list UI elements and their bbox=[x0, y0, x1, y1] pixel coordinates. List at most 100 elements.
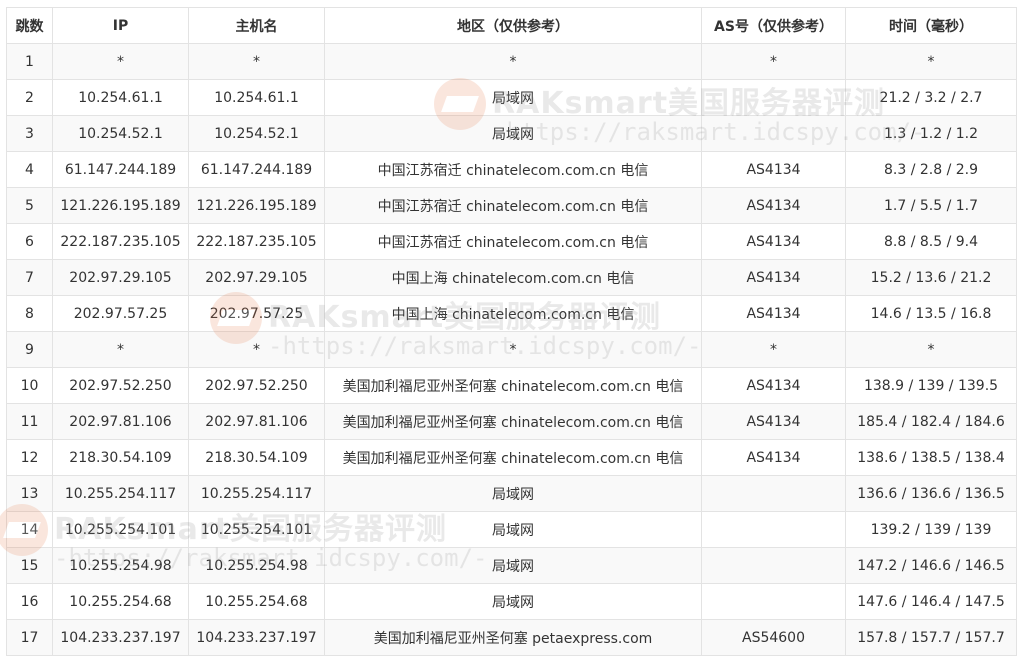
cell-region: 中国江苏宿迁 chinatelecom.com.cn 电信 bbox=[324, 223, 702, 260]
cell-hop: 9 bbox=[6, 331, 53, 368]
header-as: AS号（仅供参考） bbox=[701, 7, 846, 44]
cell-hop: 17 bbox=[6, 619, 53, 656]
cell-time: * bbox=[845, 331, 1017, 368]
cell-ip-link[interactable]: 202.97.81.106 bbox=[52, 403, 189, 440]
table-row: 3 10.254.52.1 10.254.52.1 局域网 1.3 / 1.2 / 1.… bbox=[6, 115, 1017, 152]
cell-as-link[interactable]: AS4134 bbox=[701, 295, 846, 332]
table-row: 2 10.254.61.1 10.254.61.1 局域网 21.2 / 3.2 / 2… bbox=[6, 79, 1017, 116]
cell-ip-link[interactable]: 121.226.195.189 bbox=[52, 187, 189, 224]
cell-time: 139.2 / 139 / 139 bbox=[845, 511, 1017, 548]
cell-ip-link[interactable]: 202.97.57.25 bbox=[52, 295, 189, 332]
cell-hop: 1 bbox=[6, 43, 53, 80]
cell-region: 局域网 bbox=[324, 79, 702, 116]
cell-ip-link: * bbox=[52, 331, 189, 368]
cell-region: 局域网 bbox=[324, 547, 702, 584]
cell-time: 8.3 / 2.8 / 2.9 bbox=[845, 151, 1017, 188]
cell-as-link[interactable]: AS4134 bbox=[701, 259, 846, 296]
cell-region: 美国加利福尼亚州圣何塞 petaexpress.com bbox=[324, 619, 702, 656]
cell-hostname: * bbox=[188, 331, 325, 368]
cell-region: * bbox=[324, 43, 702, 80]
cell-hop: 16 bbox=[6, 583, 53, 620]
table-body: 1 * * * * * 2 10.254.61.1 10.254.61.1 局域网 21.2 / 3… bbox=[6, 43, 1017, 656]
cell-hostname: 202.97.57.25 bbox=[188, 295, 325, 332]
table-row: 10 202.97.52.250 202.97.52.250 美国加利福尼亚州圣何塞 … bbox=[6, 367, 1017, 404]
cell-ip-link[interactable]: 10.255.254.98 bbox=[52, 547, 189, 584]
cell-as-link bbox=[701, 511, 846, 548]
cell-hostname: 10.255.254.117 bbox=[188, 475, 325, 512]
cell-hostname: 61.147.244.189 bbox=[188, 151, 325, 188]
cell-time: 185.4 / 182.4 / 184.6 bbox=[845, 403, 1017, 440]
cell-time: 1.3 / 1.2 / 1.2 bbox=[845, 115, 1017, 152]
cell-hop: 10 bbox=[6, 367, 53, 404]
cell-ip-link[interactable]: 61.147.244.189 bbox=[52, 151, 189, 188]
cell-hostname: 10.255.254.68 bbox=[188, 583, 325, 620]
cell-hop: 2 bbox=[6, 79, 53, 116]
cell-hostname: 222.187.235.105 bbox=[188, 223, 325, 260]
cell-ip-link: * bbox=[52, 43, 189, 80]
cell-time: 14.6 / 13.5 / 16.8 bbox=[845, 295, 1017, 332]
cell-region: 局域网 bbox=[324, 583, 702, 620]
table-row: 8 202.97.57.25 202.97.57.25 中国上海 chinatelec… bbox=[6, 295, 1017, 332]
cell-hostname: 202.97.29.105 bbox=[188, 259, 325, 296]
cell-ip-link[interactable]: 10.254.52.1 bbox=[52, 115, 189, 152]
table-header-row: 跳数 IP 主机名 地区（仅供参考） AS号（仅供参考） 时间（毫秒） bbox=[6, 7, 1017, 44]
table-row: 9 * * * * * bbox=[6, 331, 1017, 368]
header-region: 地区（仅供参考） bbox=[324, 7, 702, 44]
cell-hop: 12 bbox=[6, 439, 53, 476]
cell-time: 21.2 / 3.2 / 2.7 bbox=[845, 79, 1017, 116]
cell-ip-link[interactable]: 202.97.52.250 bbox=[52, 367, 189, 404]
table-row: 13 10.255.254.117 10.255.254.117 局域网 136.6 /… bbox=[6, 475, 1017, 512]
table-row: 7 202.97.29.105 202.97.29.105 中国上海 chinatel… bbox=[6, 259, 1017, 296]
cell-hop: 14 bbox=[6, 511, 53, 548]
cell-ip-link[interactable]: 222.187.235.105 bbox=[52, 223, 189, 260]
table-row: 11 202.97.81.106 202.97.81.106 美国加利福尼亚州圣何塞 … bbox=[6, 403, 1017, 440]
cell-hostname: 218.30.54.109 bbox=[188, 439, 325, 476]
cell-region: 中国上海 chinatelecom.com.cn 电信 bbox=[324, 259, 702, 296]
cell-hostname: 10.254.61.1 bbox=[188, 79, 325, 116]
cell-as-link[interactable]: AS4134 bbox=[701, 151, 846, 188]
cell-ip-link[interactable]: 202.97.29.105 bbox=[52, 259, 189, 296]
cell-region: * bbox=[324, 331, 702, 368]
table-row: 16 10.255.254.68 10.255.254.68 局域网 147.6 / 1… bbox=[6, 583, 1017, 620]
cell-ip-link[interactable]: 218.30.54.109 bbox=[52, 439, 189, 476]
cell-hop: 15 bbox=[6, 547, 53, 584]
cell-as-link bbox=[701, 547, 846, 584]
cell-as-link bbox=[701, 79, 846, 116]
cell-as-link: * bbox=[701, 331, 846, 368]
cell-hop: 6 bbox=[6, 223, 53, 260]
table-row: 12 218.30.54.109 218.30.54.109 美国加利福尼亚州圣何塞 … bbox=[6, 439, 1017, 476]
cell-region: 中国江苏宿迁 chinatelecom.com.cn 电信 bbox=[324, 151, 702, 188]
cell-region: 中国江苏宿迁 chinatelecom.com.cn 电信 bbox=[324, 187, 702, 224]
cell-ip-link[interactable]: 10.255.254.117 bbox=[52, 475, 189, 512]
cell-hostname: 104.233.237.197 bbox=[188, 619, 325, 656]
cell-time: 157.8 / 157.7 / 157.7 bbox=[845, 619, 1017, 656]
cell-as-link[interactable]: AS4134 bbox=[701, 367, 846, 404]
table-row: 1 * * * * * bbox=[6, 43, 1017, 80]
cell-as-link[interactable]: AS4134 bbox=[701, 403, 846, 440]
cell-region: 中国上海 chinatelecom.com.cn 电信 bbox=[324, 295, 702, 332]
traceroute-results: 跳数 IP 主机名 地区（仅供参考） AS号（仅供参考） 时间（毫秒） 1 * * *… bbox=[6, 7, 1017, 656]
cell-ip-link[interactable]: 104.233.237.197 bbox=[52, 619, 189, 656]
cell-ip-link[interactable]: 10.255.254.68 bbox=[52, 583, 189, 620]
cell-region: 局域网 bbox=[324, 511, 702, 548]
header-time: 时间（毫秒） bbox=[845, 7, 1017, 44]
cell-as-link bbox=[701, 115, 846, 152]
table-row: 5 121.226.195.189 121.226.195.189 中国江苏宿迁 ch… bbox=[6, 187, 1017, 224]
cell-as-link[interactable]: AS54600 bbox=[701, 619, 846, 656]
cell-as-link[interactable]: AS4134 bbox=[701, 439, 846, 476]
cell-ip-link[interactable]: 10.255.254.101 bbox=[52, 511, 189, 548]
cell-time: 15.2 / 13.6 / 21.2 bbox=[845, 259, 1017, 296]
cell-region: 美国加利福尼亚州圣何塞 chinatelecom.com.cn 电信 bbox=[324, 439, 702, 476]
cell-hop: 8 bbox=[6, 295, 53, 332]
cell-hop: 3 bbox=[6, 115, 53, 152]
cell-as-link bbox=[701, 475, 846, 512]
cell-hop: 7 bbox=[6, 259, 53, 296]
table-row: 15 10.255.254.98 10.255.254.98 局域网 147.2 / 1… bbox=[6, 547, 1017, 584]
cell-ip-link[interactable]: 10.254.61.1 bbox=[52, 79, 189, 116]
cell-as-link[interactable]: AS4134 bbox=[701, 223, 846, 260]
cell-as-link[interactable]: AS4134 bbox=[701, 187, 846, 224]
cell-hostname: * bbox=[188, 43, 325, 80]
table-row: 4 61.147.244.189 61.147.244.189 中国江苏宿迁 chin… bbox=[6, 151, 1017, 188]
table-row: 14 10.255.254.101 10.255.254.101 局域网 139.2 /… bbox=[6, 511, 1017, 548]
table-row: 17 104.233.237.197 104.233.237.197 美国加利福尼亚州… bbox=[6, 619, 1017, 656]
